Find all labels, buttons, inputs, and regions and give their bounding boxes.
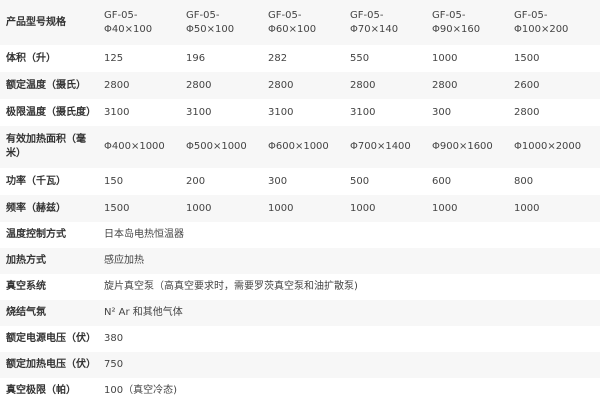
table-row: 极限温度（摄氏度） 3100 3100 3100 3100 300 2800 <box>0 99 600 126</box>
model-line1: GF-05- <box>268 9 302 21</box>
table-cell: 1500 <box>514 52 540 64</box>
row-label: 额定加热电压（伏） <box>0 352 98 378</box>
table-cell: 1000 <box>180 195 262 222</box>
table-cell: 1500 <box>98 195 180 222</box>
table-cell: 3100 <box>350 106 376 118</box>
table-cell: 2800 <box>98 72 180 99</box>
table-cell: Φ500×1000 <box>180 126 262 168</box>
table-cell: 750 <box>98 352 600 378</box>
table-cell: Φ400×1000 <box>98 126 180 168</box>
table-cell: 125 <box>104 52 124 64</box>
row-label: 体积（升） <box>6 52 56 64</box>
row-label: 温度控制方式 <box>6 229 66 240</box>
row-label: 有效加热面积（毫米） <box>0 126 98 168</box>
table-cell: 600 <box>432 175 452 187</box>
model-cell: GF-05- Φ50×100 <box>180 0 262 45</box>
table-row: 温度控制方式 日本岛电热恒温器 <box>0 222 600 248</box>
row-label: 功率（千瓦） <box>6 175 66 187</box>
table-cell: 1000 <box>432 52 458 64</box>
model-line2: Φ90×160 <box>432 23 481 35</box>
table-row: 额定电源电压（伏） 380 <box>0 326 600 352</box>
row-label-model: 产品型号规格 <box>0 0 98 45</box>
table-cell: 1000 <box>426 195 508 222</box>
row-label: 真空系统 <box>6 281 46 292</box>
table-cell: 300 <box>432 106 452 118</box>
model-line1: GF-05- <box>350 9 384 21</box>
row-label: 真空极限（帕） <box>6 384 76 396</box>
table-cell: 800 <box>514 175 534 187</box>
table-cell: 日本岛电热恒温器 <box>104 229 184 240</box>
table-cell: 1000 <box>344 195 426 222</box>
table-cell: 282 <box>268 52 288 64</box>
row-label: 加热方式 <box>0 248 98 274</box>
model-line1: GF-05- <box>432 9 466 21</box>
table-cell: 2800 <box>514 106 540 118</box>
row-label: 极限温度（摄氏度） <box>6 106 96 118</box>
model-line2: Φ50×100 <box>186 23 235 35</box>
model-line2: Φ100×200 <box>514 23 569 35</box>
table-cell: 感应加热 <box>98 248 600 274</box>
table-row: 额定温度（摄氏） 2800 2800 2800 2800 2800 2600 <box>0 72 600 99</box>
table-row: 有效加热面积（毫米） Φ400×1000 Φ500×1000 Φ600×1000… <box>0 126 600 168</box>
table-cell: 2800 <box>426 72 508 99</box>
table-cell: 200 <box>186 175 206 187</box>
table-cell: N² Ar 和其他气体 <box>98 300 600 326</box>
table-row: 体积（升） 125 196 282 550 1000 1500 <box>0 45 600 72</box>
table-cell: 500 <box>350 175 370 187</box>
table-cell: 150 <box>104 175 124 187</box>
table-cell: 550 <box>350 52 370 64</box>
table-row: 真空极限（帕） 100（真空冷态) <box>0 378 600 403</box>
row-label: 额定电源电压（伏） <box>6 333 96 344</box>
table-row: 真空系统 旋片真空泵（高真空要求时，需要罗茨真空泵和油扩散泵) <box>0 274 600 300</box>
table-cell: Φ700×1400 <box>344 126 426 168</box>
model-cell: GF-05- Φ40×100 <box>98 0 180 45</box>
table-cell: 300 <box>268 175 288 187</box>
row-label: 烧结气氛 <box>0 300 98 326</box>
table-cell: 3100 <box>104 106 130 118</box>
model-line2: Φ70×140 <box>350 23 399 35</box>
table-cell: Φ1000×2000 <box>508 126 600 168</box>
table-cell: 2600 <box>508 72 600 99</box>
model-cell: GF-05- Φ90×160 <box>426 0 508 45</box>
model-line2: Φ40×100 <box>104 23 153 35</box>
table-row: 功率（千瓦） 150 200 300 500 600 800 <box>0 168 600 195</box>
model-line1: GF-05- <box>514 9 548 21</box>
model-line1: GF-05- <box>186 9 220 21</box>
row-label: 额定温度（摄氏） <box>0 72 98 99</box>
row-label: 频率（赫兹） <box>0 195 98 222</box>
table-row: 烧结气氛 N² Ar 和其他气体 <box>0 300 600 326</box>
table-cell: 100（真空冷态) <box>104 384 177 396</box>
model-cell: GF-05- Φ60×100 <box>262 0 344 45</box>
table-cell: 2800 <box>262 72 344 99</box>
table-cell: 旋片真空泵（高真空要求时，需要罗茨真空泵和油扩散泵) <box>104 281 358 292</box>
table-header-row: 产品型号规格 GF-05- Φ40×100 GF-05- Φ50×100 GF-05… <box>0 0 600 45</box>
table-cell: 3100 <box>186 106 212 118</box>
table-row: 额定加热电压（伏） 750 <box>0 352 600 378</box>
model-cell: GF-05- Φ100×200 <box>508 0 600 45</box>
table-row: 加热方式 感应加热 <box>0 248 600 274</box>
table-cell: 196 <box>186 52 206 64</box>
table-cell: 1000 <box>262 195 344 222</box>
model-line2: Φ60×100 <box>268 23 317 35</box>
table-cell: 1000 <box>508 195 600 222</box>
table-cell: Φ600×1000 <box>262 126 344 168</box>
model-line1: GF-05- <box>104 9 138 21</box>
table-cell: 380 <box>104 333 124 344</box>
model-cell: GF-05- Φ70×140 <box>344 0 426 45</box>
table-cell: 2800 <box>180 72 262 99</box>
table-cell: 2800 <box>344 72 426 99</box>
table-row: 频率（赫兹） 1500 1000 1000 1000 1000 1000 <box>0 195 600 222</box>
table-cell: Φ900×1600 <box>426 126 508 168</box>
table-cell: 3100 <box>268 106 294 118</box>
spec-table: 产品型号规格 GF-05- Φ40×100 GF-05- Φ50×100 GF-05… <box>0 0 600 403</box>
